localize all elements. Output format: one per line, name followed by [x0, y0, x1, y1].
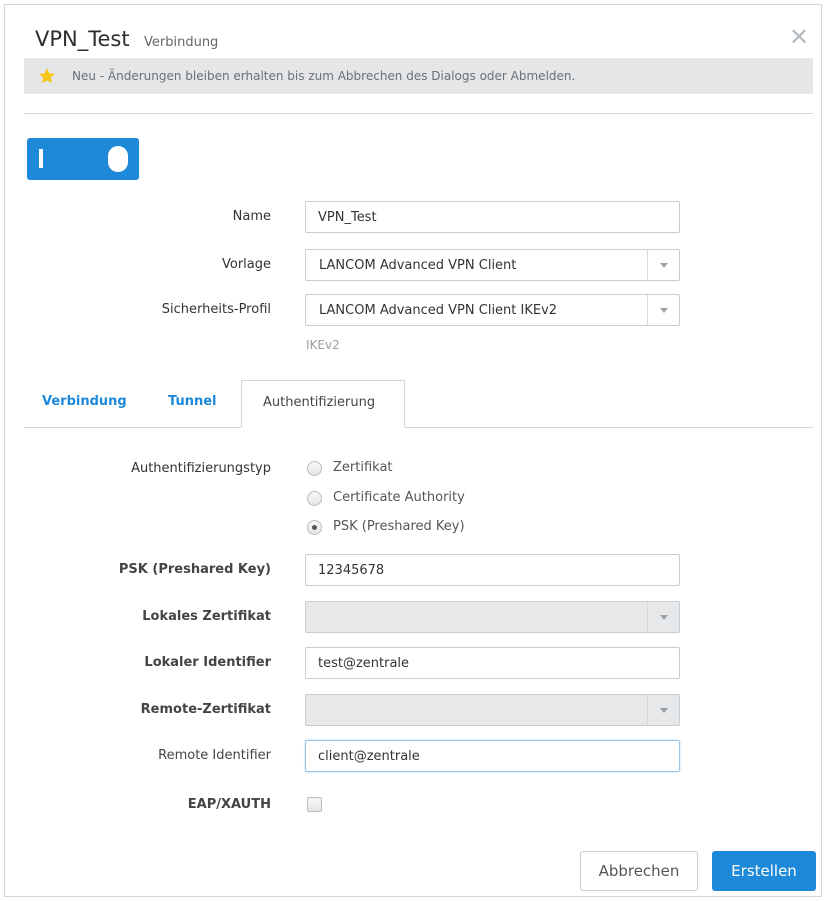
name-label: Name	[232, 209, 271, 224]
notice-text: Neu - Änderungen bleiben erhalten bis zu…	[72, 69, 576, 83]
remote-id-label: Remote Identifier	[158, 748, 271, 763]
cancel-button[interactable]: Abbrechen	[580, 851, 698, 891]
local-id-input[interactable]	[305, 647, 680, 679]
dialog-subtitle: Verbindung	[144, 35, 219, 50]
name-input[interactable]	[305, 201, 680, 233]
template-value: LANCOM Advanced VPN Client	[319, 258, 517, 273]
tabs-divider	[24, 427, 813, 428]
chevron-down-icon[interactable]	[647, 695, 679, 725]
tab-tunnel[interactable]: Tunnel	[168, 394, 216, 409]
radio-button-checked[interactable]	[307, 520, 322, 535]
create-button[interactable]: Erstellen	[712, 851, 816, 891]
local-cert-select[interactable]	[305, 601, 680, 633]
toggle-knob	[108, 146, 128, 172]
local-cert-label: Lokales Zertifikat	[142, 609, 271, 624]
toggle-on-indicator	[39, 149, 43, 168]
radio-label: PSK (Preshared Key)	[333, 519, 465, 534]
radio-label: Zertifikat	[333, 460, 393, 475]
radio-label: Certificate Authority	[333, 490, 465, 505]
remote-cert-select[interactable]	[305, 694, 680, 726]
chevron-down-icon[interactable]	[647, 295, 679, 325]
tab-authentifizierung-label: Authentifizierung	[263, 395, 376, 410]
eap-xauth-label: EAP/XAUTH	[187, 797, 271, 812]
vpn-connection-dialog: VPN_Test Verbindung ✕ Neu - Änderungen b…	[4, 4, 822, 897]
chevron-down-icon[interactable]	[647, 602, 679, 632]
remote-cert-label: Remote-Zertifikat	[140, 702, 271, 717]
auth-type-label: Authentifizierungstyp	[131, 461, 271, 476]
eap-xauth-checkbox[interactable]	[307, 797, 322, 812]
radio-button[interactable]	[307, 491, 322, 506]
tab-verbindung[interactable]: Verbindung	[42, 394, 127, 409]
security-profile-label: Sicherheits-Profil	[161, 302, 271, 317]
divider	[24, 113, 813, 114]
tab-authentifizierung[interactable]: Authentifizierung	[241, 380, 405, 428]
chevron-down-icon[interactable]	[647, 250, 679, 280]
security-profile-hint: IKEv2	[306, 338, 340, 352]
close-icon[interactable]: ✕	[787, 25, 811, 49]
template-label: Vorlage	[221, 257, 271, 272]
local-id-label: Lokaler Identifier	[144, 655, 271, 670]
psk-input[interactable]	[305, 554, 680, 586]
notice-banner: Neu - Änderungen bleiben erhalten bis zu…	[24, 58, 813, 94]
enable-toggle[interactable]	[27, 138, 139, 180]
security-profile-value: LANCOM Advanced VPN Client IKEv2	[319, 303, 558, 318]
radio-button[interactable]	[307, 461, 322, 476]
security-profile-select[interactable]: LANCOM Advanced VPN Client IKEv2	[305, 294, 680, 326]
dialog-title: VPN_Test	[35, 27, 130, 51]
remote-id-input[interactable]	[305, 740, 680, 772]
star-icon	[39, 68, 55, 84]
template-select[interactable]: LANCOM Advanced VPN Client	[305, 249, 680, 281]
psk-label: PSK (Preshared Key)	[118, 562, 271, 577]
